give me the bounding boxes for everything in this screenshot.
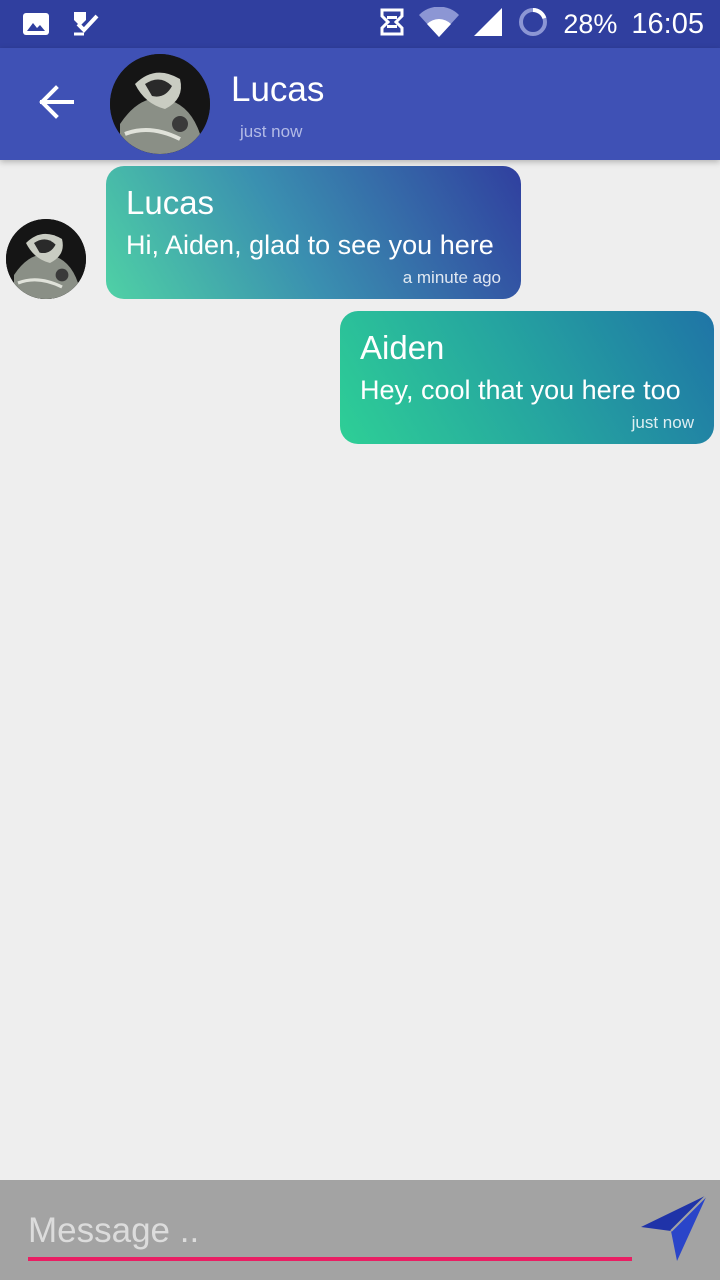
message-text: Hi, Aiden, glad to see you here <box>126 230 494 260</box>
back-button[interactable] <box>30 78 82 130</box>
message-time: just now <box>631 413 694 432</box>
message-avatar[interactable] <box>6 219 86 299</box>
message-text: Hey, cool that you here too <box>360 375 681 405</box>
contact-name: Lucas <box>231 70 325 109</box>
message-sender: Aiden <box>360 329 445 366</box>
battery-ring-icon <box>517 6 549 43</box>
last-seen-status: just now <box>240 122 303 141</box>
message-composer <box>0 1180 720 1280</box>
message-bubble-outgoing[interactable]: Aiden Hey, cool that you here too just n… <box>340 311 714 444</box>
gallery-icon <box>22 10 50 43</box>
input-underline <box>28 1257 632 1261</box>
avatar[interactable] <box>110 54 210 154</box>
signal-icon <box>473 7 503 42</box>
message-time: a minute ago <box>402 268 501 287</box>
send-button[interactable] <box>634 1192 714 1268</box>
status-bar: 28% 16:05 <box>0 0 720 48</box>
arrow-back-icon <box>38 84 74 125</box>
task-check-icon <box>72 10 100 43</box>
message-bubble-incoming[interactable]: Lucas Hi, Aiden, glad to see you here a … <box>106 166 521 299</box>
message-input[interactable] <box>28 1206 632 1256</box>
message-sender: Lucas <box>126 184 215 221</box>
battery-percent: 28% <box>563 8 618 39</box>
sync-icon <box>379 7 405 42</box>
chat-header: Lucas just now <box>0 48 720 160</box>
wifi-icon <box>419 6 460 42</box>
clock: 16:05 <box>631 7 704 40</box>
send-arrow-icon <box>639 1193 709 1268</box>
